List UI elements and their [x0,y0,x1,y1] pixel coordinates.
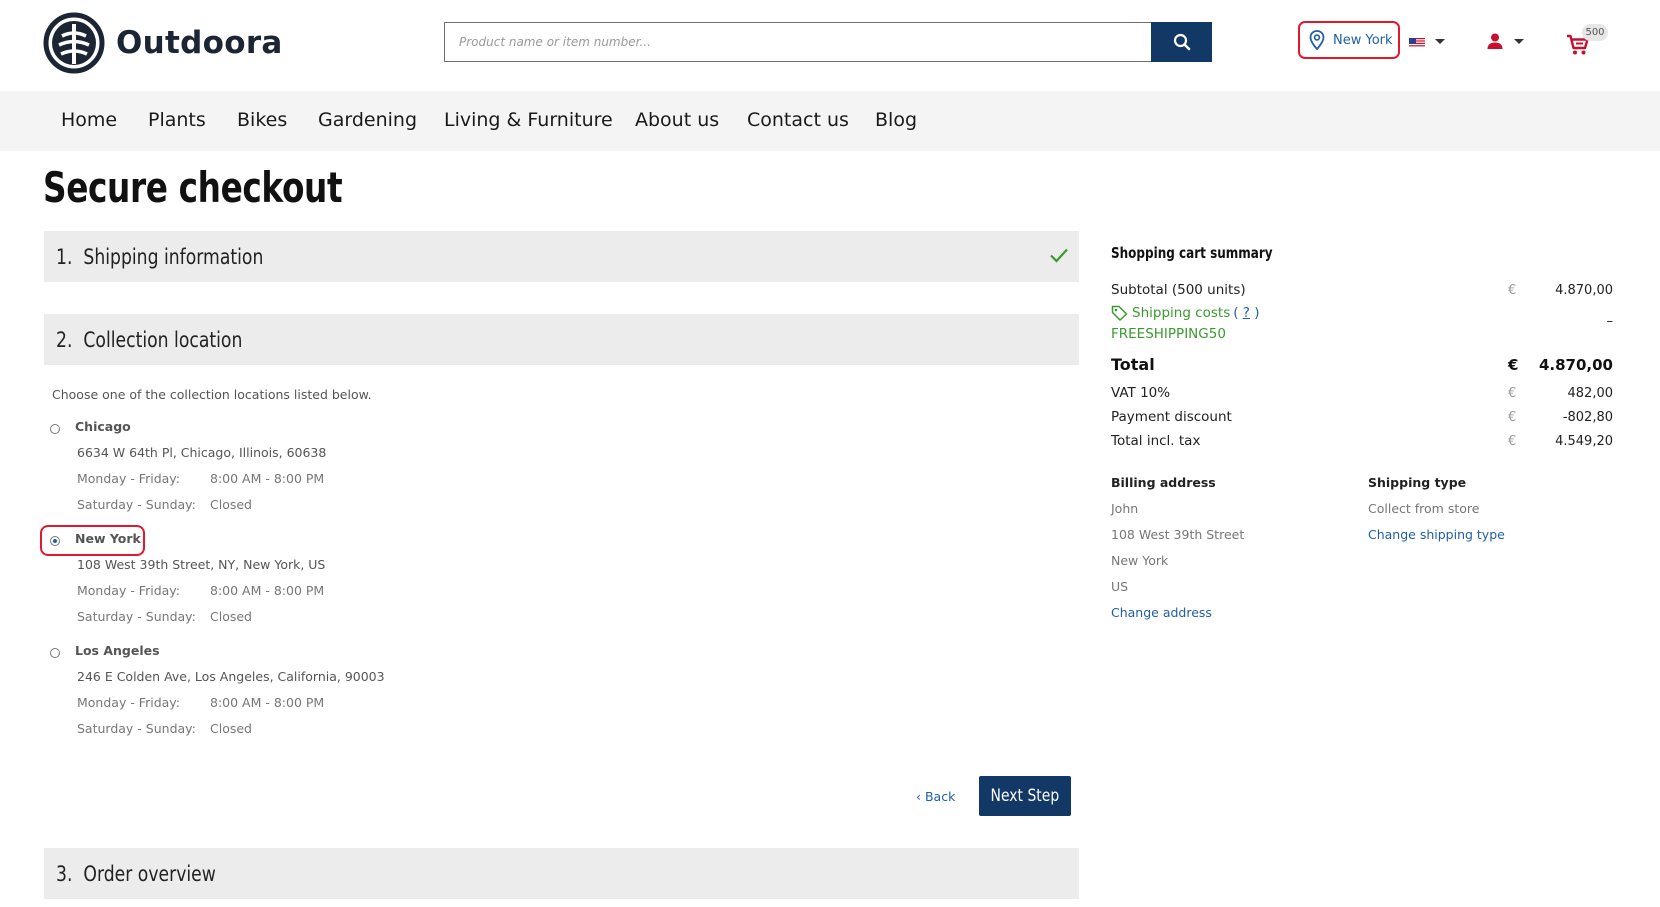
account-menu[interactable] [1486,32,1524,50]
payment-discount-label: Payment discount [1111,409,1232,425]
nav-item-blog[interactable]: Blog [875,109,917,131]
search-input[interactable] [445,23,1151,61]
nav-item-plants[interactable]: Plants [148,109,206,131]
weekend-hours-label: Saturday - Sunday: [77,497,196,512]
location-name[interactable]: Los Angeles [75,643,160,658]
weekday-hours-value: 8:00 AM - 8:00 PM [210,471,325,486]
shipping-costs-value: – [1606,314,1614,329]
location-address: 246 E Colden Ave, Los Angeles, Californi… [77,669,385,684]
main-navigation: Home Plants Bikes Gardening Living & Fur… [0,91,1660,151]
chevron-down-icon [1435,39,1445,44]
billing-country: US [1111,579,1129,594]
vat-label: VAT 10% [1111,385,1171,401]
weekday-hours-label: Monday - Friday: [77,583,180,598]
cart-button[interactable]: 500 [1566,24,1608,58]
step-collection-location[interactable]: 2. Collection location [44,314,1079,365]
site-header: Outdoora New York [0,0,1660,91]
nav-item-living-furniture[interactable]: Living & Furniture [444,109,613,131]
location-address: 6634 W 64th Pl, Chicago, Illinois, 60638 [77,445,327,460]
vat-value: 482,00 [1567,386,1614,401]
nav-item-about-us[interactable]: About us [635,109,719,131]
weekday-hours-label: Monday - Friday: [77,471,180,486]
step-title: 1. Shipping information [56,244,264,269]
step-shipping-information[interactable]: 1. Shipping information [44,231,1079,282]
tag-icon [1111,305,1128,321]
checkmark-icon [1050,248,1068,263]
nav-item-gardening[interactable]: Gardening [318,109,417,131]
back-link[interactable]: ‹ Back [916,789,955,804]
brand-logo[interactable]: Outdoora [43,12,283,74]
language-selector[interactable] [1409,36,1445,47]
subtotal-currency: € [1508,283,1517,298]
total-incl-tax-value: 4.549,20 [1555,434,1613,449]
billing-city: New York [1111,553,1169,568]
page-title: Secure checkout [43,163,343,212]
step-title: 2. Collection location [56,327,243,352]
location-address: 108 West 39th Street, NY, New York, US [77,557,326,572]
weekday-hours-value: 8:00 AM - 8:00 PM [210,583,325,598]
location-radio-new-york[interactable] [50,536,60,546]
billing-address-heading: Billing address [1111,475,1216,490]
change-address-link[interactable]: Change address [1111,605,1212,620]
step-title: 3. Order overview [56,861,216,886]
search-button[interactable] [1151,22,1212,62]
weekday-hours-label: Monday - Friday: [77,695,180,710]
shipping-type-heading: Shipping type [1368,475,1467,490]
shipping-help-link[interactable]: ( ? ) [1233,305,1259,321]
next-step-label: Next Step [990,786,1060,806]
billing-street: 108 West 39th Street [1111,527,1245,542]
weekend-hours-label: Saturday - Sunday: [77,609,196,624]
brand-name: Outdoora [116,25,283,61]
weekday-hours-value: 8:00 AM - 8:00 PM [210,695,325,710]
location-name[interactable]: New York [75,531,141,546]
billing-name: John [1111,501,1139,516]
payment-discount-value: -802,80 [1562,410,1613,425]
weekend-hours-label: Saturday - Sunday: [77,721,196,736]
us-flag-icon [1409,36,1425,47]
nav-item-contact-us[interactable]: Contact us [747,109,849,131]
location-radio-chicago[interactable] [50,424,60,434]
store-location-button[interactable]: New York [1298,21,1400,59]
vat-currency: € [1508,386,1517,401]
cart-count-badge: 500 [1582,24,1608,41]
subtotal-label: Subtotal (500 units) [1111,282,1246,298]
chevron-down-icon [1514,38,1524,44]
tree-logo-icon [43,12,105,74]
step-order-overview[interactable]: 3. Order overview [44,848,1079,899]
payment-discount-currency: € [1508,410,1517,425]
weekend-hours-value: Closed [210,721,252,736]
change-shipping-type-link[interactable]: Change shipping type [1368,527,1505,542]
location-radio-los-angeles[interactable] [50,648,60,658]
location-name[interactable]: Chicago [75,419,131,434]
cart-summary-title: Shopping cart summary [1111,244,1273,262]
shipping-type-value: Collect from store [1368,501,1480,516]
collection-intro-text: Choose one of the collection locations l… [52,387,372,402]
shipping-costs-label: Shipping costs [1132,305,1231,321]
nav-item-home[interactable]: Home [61,109,117,131]
weekend-hours-value: Closed [210,609,252,624]
user-icon [1487,33,1503,49]
store-location-label: New York [1333,32,1393,48]
coupon-code: FREESHIPPING50 [1111,326,1226,342]
total-label: Total [1111,355,1155,374]
total-incl-tax-label: Total incl. tax [1111,433,1201,449]
search-icon [1173,33,1190,51]
total-incl-tax-currency: € [1508,434,1517,449]
next-step-button[interactable]: Next Step [979,776,1071,816]
total-currency: € [1508,356,1519,374]
shipping-costs-row[interactable]: Shipping costs ( ? ) [1111,305,1260,321]
subtotal-value: 4.870,00 [1555,283,1613,298]
nav-item-bikes[interactable]: Bikes [237,109,287,131]
weekend-hours-value: Closed [210,497,252,512]
map-pin-icon [1309,30,1325,50]
total-value: 4.870,00 [1538,356,1613,374]
search-box [444,22,1153,62]
